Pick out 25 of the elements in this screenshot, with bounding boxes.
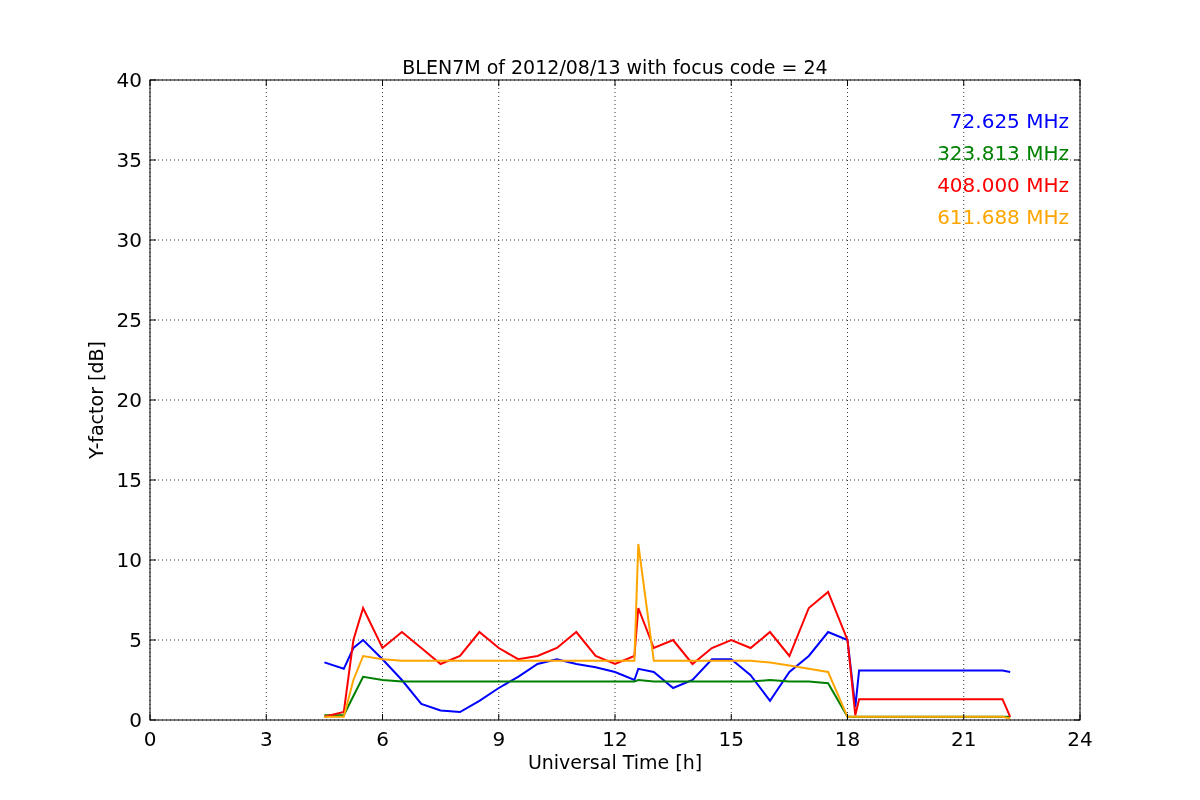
y-tick-label: 5 bbox=[129, 628, 142, 652]
x-tick-label: 9 bbox=[492, 727, 506, 751]
x-tick-label: 12 bbox=[602, 727, 628, 751]
y-tick-label: 30 bbox=[116, 228, 142, 252]
y-tick-label: 10 bbox=[116, 548, 142, 572]
legend-label: 408.000 MHz bbox=[937, 173, 1069, 197]
x-tick-label: 0 bbox=[143, 727, 157, 751]
y-tick-label: 25 bbox=[116, 308, 142, 332]
y-tick-label: 35 bbox=[116, 148, 142, 172]
y-tick-label: 20 bbox=[116, 388, 142, 412]
x-tick-label: 18 bbox=[834, 727, 861, 751]
x-axis-label: Universal Time [h] bbox=[527, 751, 703, 773]
legend-label: 611.688 MHz bbox=[937, 205, 1069, 229]
x-tick-label: 15 bbox=[718, 727, 744, 751]
x-tick-label: 24 bbox=[1067, 727, 1093, 751]
y-tick-label: 40 bbox=[116, 68, 142, 92]
y-tick-label: 15 bbox=[116, 468, 142, 492]
x-tick-label: 3 bbox=[259, 727, 273, 751]
x-tick-label: 6 bbox=[376, 727, 389, 751]
x-tick-label: 21 bbox=[951, 727, 977, 751]
legend-label: 323.813 MHz bbox=[937, 141, 1069, 165]
y-tick-label: 0 bbox=[129, 708, 142, 732]
chart-title: BLEN7M of 2012/08/13 with focus code = 24 bbox=[402, 56, 828, 78]
y-axis-label: Y-factor [dB] bbox=[85, 341, 107, 459]
legend-label: 72.625 MHz bbox=[949, 109, 1069, 133]
